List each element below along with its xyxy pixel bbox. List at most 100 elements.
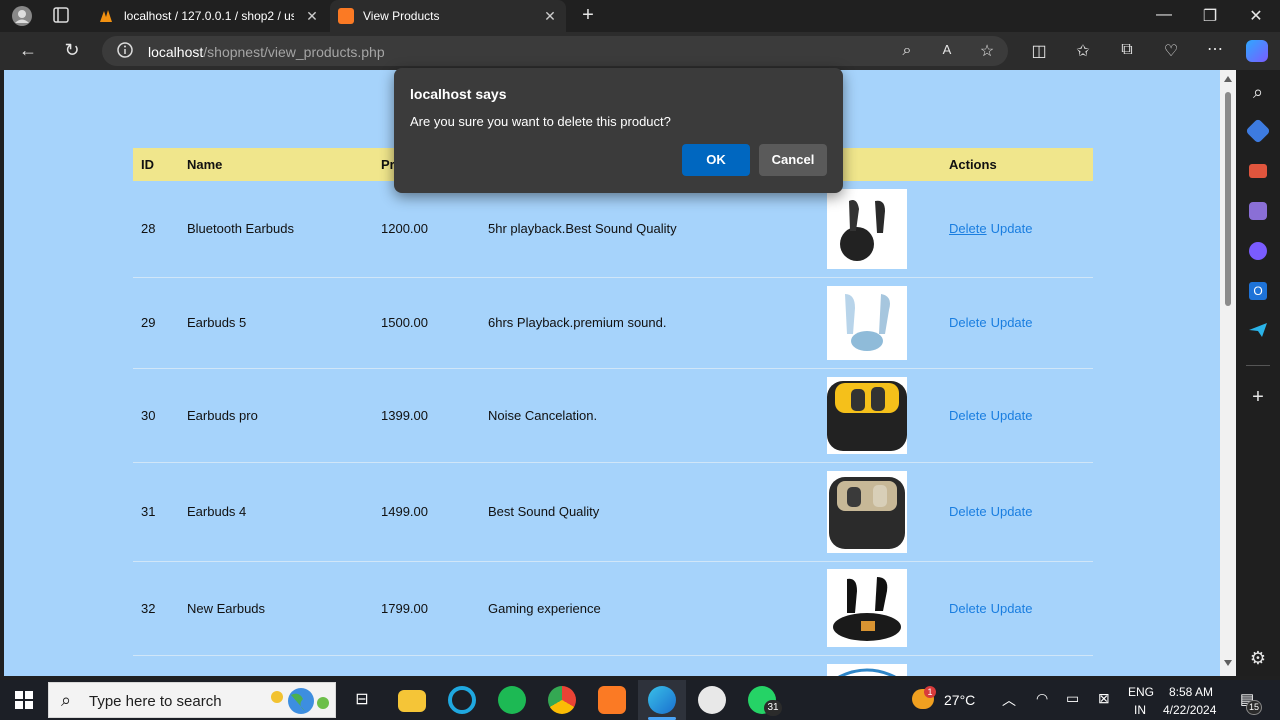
delete-link[interactable]: Delete xyxy=(949,601,987,616)
dialog-title: localhost says xyxy=(410,86,507,102)
tab-phpmyadmin[interactable]: localhost / 127.0.0.1 / shop2 / us ✕ xyxy=(88,0,328,32)
url-field[interactable]: localhost/shopnest/view_products.php ⌕ A… xyxy=(102,36,1008,66)
delete-link[interactable]: Delete xyxy=(949,315,987,330)
browser-tab-bar: localhost / 127.0.0.1 / shop2 / us ✕ Vie… xyxy=(0,0,1280,32)
cell-price: 1399.00 xyxy=(373,368,480,463)
cell-description: Gaming experience xyxy=(480,561,819,656)
paint-icon[interactable] xyxy=(698,686,726,714)
header-name: Name xyxy=(179,148,373,181)
site-info-icon[interactable] xyxy=(116,42,134,60)
header-id: ID xyxy=(133,148,179,181)
clock-time[interactable]: 8:58 AM xyxy=(1169,685,1213,699)
profile-avatar-icon[interactable] xyxy=(10,5,34,27)
notifications-badge: 15 xyxy=(1246,700,1262,715)
update-link[interactable]: Update xyxy=(991,315,1033,330)
update-link[interactable]: Update xyxy=(991,601,1033,616)
language-top[interactable]: ENG xyxy=(1128,685,1154,699)
edge-sidebar: ⌕ O + ⚙ xyxy=(1236,70,1280,676)
edge-icon[interactable] xyxy=(648,686,676,714)
confirm-dialog: localhost says Are you sure you want to … xyxy=(394,68,843,193)
product-image xyxy=(827,569,907,647)
restore-icon[interactable]: ❐ xyxy=(1202,6,1218,26)
wifi-icon[interactable]: ◠ xyxy=(1036,690,1048,707)
shopping-tag-icon[interactable] xyxy=(1245,118,1271,144)
xampp-icon xyxy=(338,8,354,24)
games-icon[interactable] xyxy=(1249,202,1267,220)
add-sidebar-app-icon[interactable]: + xyxy=(1248,386,1268,409)
show-hidden-icons-icon[interactable]: ︿ xyxy=(1002,690,1016,710)
partial-product-image xyxy=(827,664,907,676)
file-explorer-icon[interactable] xyxy=(398,690,426,712)
close-window-icon[interactable]: ✕ xyxy=(1248,6,1264,26)
sidebar-divider xyxy=(1246,365,1270,366)
update-link[interactable]: Update xyxy=(991,408,1033,423)
taskbar-search-box[interactable]: ⌕ Type here to search xyxy=(48,682,336,718)
copilot-sidebar-icon[interactable] xyxy=(1249,242,1267,260)
windows-start-icon[interactable] xyxy=(15,691,33,709)
weather-temperature[interactable]: 27°C xyxy=(944,692,975,708)
cell-id: 28 xyxy=(133,181,179,278)
scroll-down-arrow-icon[interactable] xyxy=(1224,660,1232,666)
split-screen-icon[interactable]: ◫ xyxy=(1030,41,1048,61)
sidebar-search-icon[interactable]: ⌕ xyxy=(1248,82,1268,103)
url-host: localhost xyxy=(148,44,204,60)
cell-description: Best Sound Quality xyxy=(480,462,819,562)
cell-actions: Delete Update xyxy=(941,277,1093,369)
cell-name: Earbuds 5 xyxy=(179,277,373,369)
cell-actions: Delete Update xyxy=(941,181,1093,278)
favorite-star-icon[interactable]: ☆ xyxy=(978,41,996,61)
table-row: 29 Earbuds 5 1500.00 6hrs Playback.premi… xyxy=(133,277,1093,369)
close-tab-icon[interactable]: ✕ xyxy=(304,8,320,24)
cell-actions: Delete Update xyxy=(941,462,1093,562)
cell-name: New Earbuds xyxy=(179,561,373,656)
cell-price: 1499.00 xyxy=(373,462,480,562)
scrollbar-thumb[interactable] xyxy=(1225,92,1231,306)
ok-button[interactable]: OK xyxy=(682,144,750,176)
search-placeholder: Type here to search xyxy=(89,693,222,710)
product-image xyxy=(827,188,907,269)
clock-date[interactable]: 4/22/2024 xyxy=(1163,703,1216,717)
scroll-up-arrow-icon[interactable] xyxy=(1224,76,1232,82)
product-image xyxy=(827,285,907,360)
products-table: ID Name Pr Actions 28 Bluetooth Earbuds … xyxy=(133,148,1093,656)
cell-name: Earbuds pro xyxy=(179,368,373,463)
tab-title: localhost / 127.0.0.1 / shop2 / us xyxy=(124,9,294,23)
favorites-icon[interactable]: ✩ xyxy=(1074,41,1092,61)
copilot-icon[interactable] xyxy=(1246,40,1268,62)
minimize-icon[interactable]: — xyxy=(1156,6,1172,24)
back-icon[interactable]: ← xyxy=(18,40,38,61)
whatsapp-badge: 31 xyxy=(764,700,782,716)
zoom-icon[interactable]: ⌕ xyxy=(898,42,916,60)
volume-muted-icon[interactable]: ⊠ xyxy=(1098,690,1110,707)
close-tab-icon[interactable]: ✕ xyxy=(542,8,558,24)
refresh-icon[interactable]: ↻ xyxy=(62,40,82,61)
language-bottom[interactable]: IN xyxy=(1134,703,1146,717)
new-tab-icon[interactable]: + xyxy=(578,5,598,25)
spotify-icon[interactable] xyxy=(498,686,526,714)
browser-essentials-icon[interactable]: ♡ xyxy=(1162,41,1180,61)
update-link[interactable]: Update xyxy=(991,504,1033,519)
delete-link[interactable]: Delete xyxy=(949,221,987,236)
sidebar-settings-icon[interactable]: ⚙ xyxy=(1248,648,1268,669)
cell-description: 6hrs Playback.premium sound. xyxy=(480,277,819,369)
cell-description: Noise Cancelation. xyxy=(480,368,819,463)
cell-description: 5hr playback.Best Sound Quality xyxy=(480,181,819,278)
task-view-icon[interactable]: ⊟ xyxy=(348,686,376,714)
cortana-icon[interactable] xyxy=(448,686,476,714)
tab-actions-icon[interactable] xyxy=(52,7,70,25)
cell-id: 29 xyxy=(133,277,179,369)
read-aloud-icon[interactable]: A xyxy=(938,42,956,57)
delete-link[interactable]: Delete xyxy=(949,408,987,423)
delete-link[interactable]: Delete xyxy=(949,504,987,519)
tab-view-products[interactable]: View Products ✕ xyxy=(330,0,566,32)
collections-icon[interactable]: ⧉ xyxy=(1118,41,1136,59)
xampp-icon[interactable] xyxy=(598,686,626,714)
update-link[interactable]: Update xyxy=(991,221,1033,236)
cancel-button[interactable]: Cancel xyxy=(759,144,827,176)
chrome-icon[interactable] xyxy=(548,686,576,714)
battery-icon[interactable]: ▭ xyxy=(1066,690,1079,707)
more-options-icon[interactable]: ⋯ xyxy=(1206,39,1224,59)
outlook-icon[interactable]: O xyxy=(1249,282,1267,300)
tools-icon[interactable] xyxy=(1249,164,1267,178)
send-icon[interactable] xyxy=(1248,322,1268,338)
